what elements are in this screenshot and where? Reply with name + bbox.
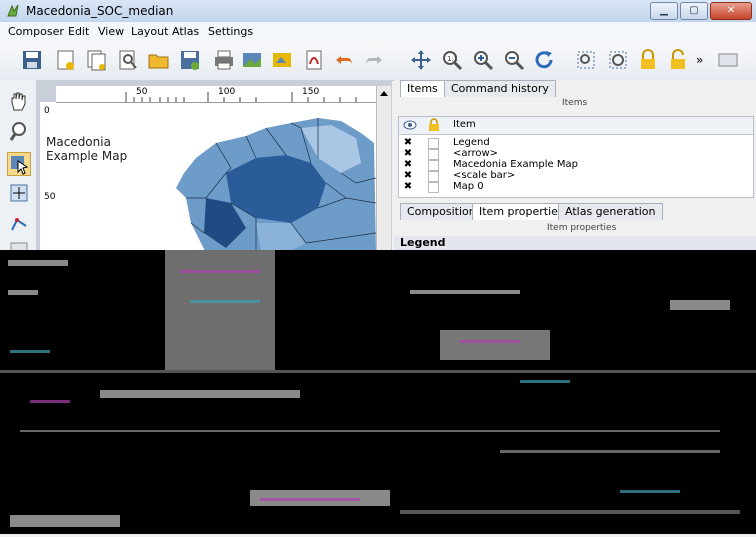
select-icon[interactable] (574, 48, 598, 72)
corrupted-render-area (0, 250, 756, 534)
pan-hand-icon[interactable] (8, 90, 30, 112)
eye-icon (403, 119, 417, 134)
item-name: Legend (453, 137, 490, 148)
list-item[interactable]: ✖ Macedonia Example Map (399, 159, 753, 171)
menu-composer[interactable]: Composer (8, 25, 64, 38)
horizontal-ruler: 50 100 150 (56, 86, 376, 103)
visibility-checkbox[interactable]: ✖ (403, 159, 413, 170)
menu-atlas[interactable]: Atlas (172, 25, 199, 38)
composer-manager-icon[interactable] (116, 48, 140, 72)
map-title-line2: Example Map (46, 149, 128, 163)
unlock-icon[interactable] (666, 48, 690, 72)
maximize-button[interactable]: ▢ (680, 2, 708, 20)
menu-settings[interactable]: Settings (208, 25, 253, 38)
composer-paper[interactable] (56, 103, 376, 253)
tab-atlas-generation[interactable]: Atlas generation (558, 203, 663, 220)
zoom-out-icon[interactable] (502, 48, 526, 72)
list-item[interactable]: ✖ Legend (399, 137, 753, 149)
zoom-in-icon[interactable] (471, 48, 495, 72)
toolbar-overflow-button[interactable]: » (696, 53, 708, 77)
vertical-ruler: 0 50 (40, 102, 57, 252)
properties-header: Legend (394, 236, 756, 250)
list-item[interactable]: ✖ Map 0 (399, 181, 753, 193)
map-item[interactable] (56, 103, 376, 253)
items-table: Item ✖ Legend ✖ <arrow> ✖ Macedonia Exam… (398, 116, 754, 198)
export-image-icon[interactable] (240, 48, 264, 72)
items-table-header: Item (399, 117, 753, 135)
item-name: <scale bar> (453, 170, 516, 181)
lock-icon[interactable] (636, 48, 660, 72)
minimize-button[interactable]: ▁ (650, 2, 678, 20)
svg-text:1:1: 1:1 (447, 55, 458, 63)
refresh-icon[interactable] (532, 48, 556, 72)
item-name: Map 0 (453, 181, 484, 192)
edit-nodes-icon[interactable] (8, 212, 30, 234)
composer-item-toolbar (0, 80, 37, 260)
items-section-title: Items (562, 98, 588, 108)
tab-item-properties[interactable]: Item properties (472, 203, 571, 220)
lock-checkbox[interactable] (428, 182, 439, 193)
zoom-full-icon[interactable]: 1:1 (440, 48, 464, 72)
window-title: Macedonia_SOC_median (26, 4, 174, 18)
map-title-line1: Macedonia (46, 135, 111, 149)
move-item-content-icon[interactable] (8, 182, 30, 204)
item-name: Macedonia Example Map (453, 159, 578, 170)
list-item[interactable]: ✖ <scale bar> (399, 170, 753, 182)
menu-bar: Composer Edit View Layout Atlas Settings (0, 22, 756, 41)
print-icon[interactable] (212, 48, 236, 72)
menu-layout[interactable]: Layout (131, 25, 168, 38)
map-title-label[interactable]: Macedonia Example Map (46, 135, 127, 163)
save-template-icon[interactable] (178, 48, 202, 72)
visibility-checkbox[interactable]: ✖ (403, 137, 413, 148)
duplicate-composer-icon[interactable] (85, 48, 109, 72)
column-item: Item (453, 119, 476, 130)
undo-icon[interactable] (333, 48, 357, 72)
redo-icon[interactable] (361, 48, 385, 72)
list-item[interactable]: ✖ <arrow> (399, 148, 753, 160)
ruler-label: 50 (44, 192, 56, 202)
canvas-vertical-scrollbar[interactable] (376, 86, 391, 250)
item-name: <arrow> (453, 148, 499, 159)
atlas-settings-icon[interactable] (716, 48, 740, 72)
lock-column-icon (428, 118, 440, 135)
zoom-tool-icon[interactable] (8, 120, 30, 142)
window-titlebar: Macedonia_SOC_median ▁ ▢ ✕ (0, 0, 756, 23)
export-svg-icon[interactable] (270, 48, 294, 72)
new-composer-icon[interactable] (54, 48, 78, 72)
visibility-checkbox[interactable]: ✖ (403, 170, 413, 181)
qgis-logo-icon (5, 3, 21, 19)
select-move-item-icon[interactable] (7, 152, 31, 176)
save-icon[interactable] (20, 48, 44, 72)
pan-composer-icon[interactable] (409, 48, 433, 72)
window-controls: ▁ ▢ ✕ (648, 2, 752, 20)
tab-composition[interactable]: Composition (400, 203, 483, 220)
menu-view[interactable]: View (98, 25, 124, 38)
visibility-checkbox[interactable]: ✖ (403, 148, 413, 159)
menu-edit[interactable]: Edit (68, 25, 89, 38)
tab-command-history[interactable]: Command history (444, 80, 556, 97)
composer-toolbar: 1:1 » (0, 41, 756, 81)
visibility-checkbox[interactable]: ✖ (403, 181, 413, 192)
item-properties-section-title: Item properties (547, 223, 617, 233)
ruler-label: 0 (44, 106, 50, 116)
deselect-icon[interactable] (606, 48, 630, 72)
export-pdf-icon[interactable] (302, 48, 326, 72)
tab-items[interactable]: Items (400, 80, 445, 97)
composer-canvas[interactable]: 50 100 150 0 50 (36, 80, 392, 253)
open-template-icon[interactable] (147, 48, 171, 72)
close-button[interactable]: ✕ (710, 2, 752, 20)
